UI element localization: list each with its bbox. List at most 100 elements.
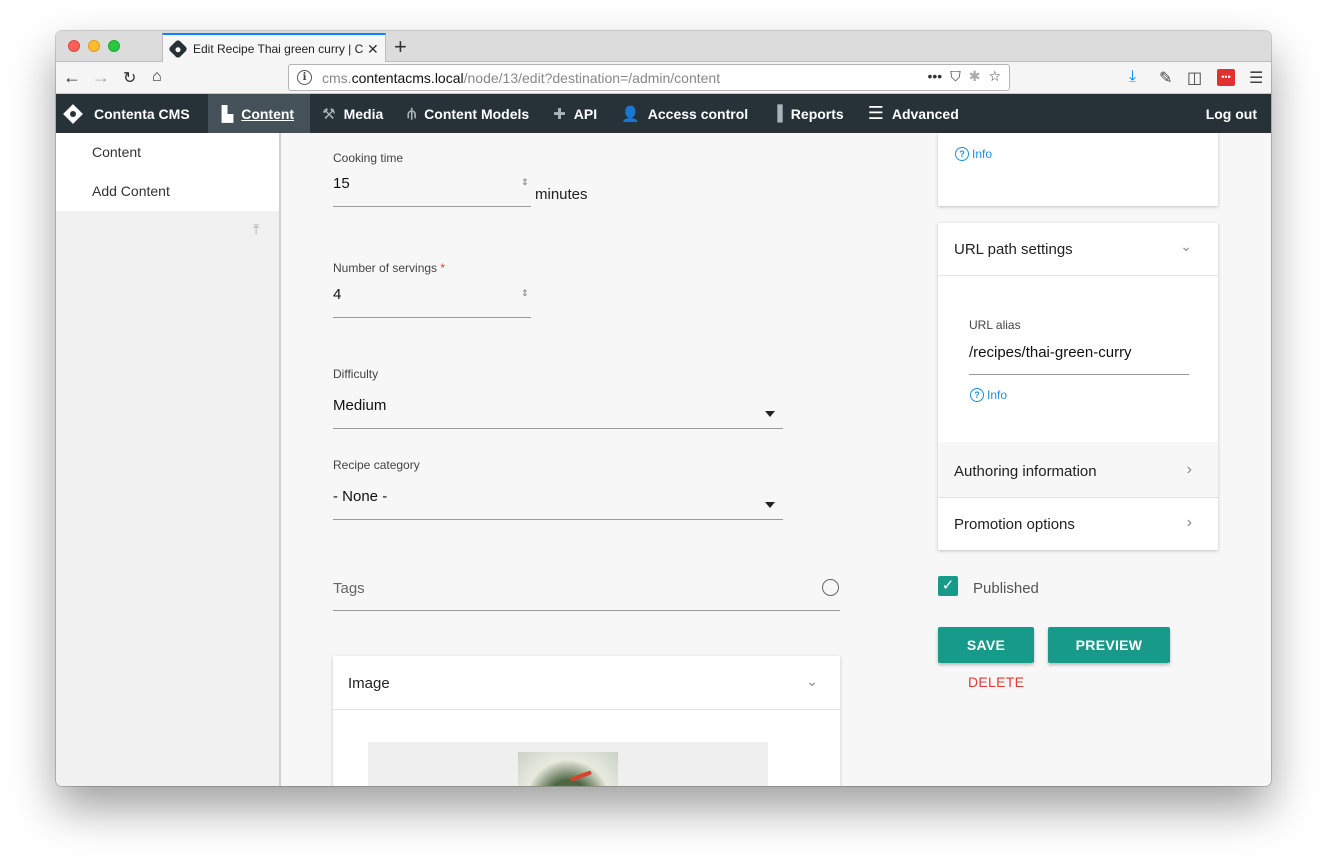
difficulty-underline <box>333 428 783 429</box>
settings-accordion: URL path settings ⌄ URL alias /recipes/t… <box>938 223 1218 550</box>
chevron-down-icon[interactable]: ⌄ <box>806 673 818 690</box>
close-window-button[interactable] <box>68 40 80 52</box>
servings-input[interactable]: 4 <box>333 286 341 303</box>
published-checkbox[interactable]: ✓ <box>938 576 958 596</box>
maximize-window-button[interactable] <box>108 40 120 52</box>
top-info-link[interactable]: ? Info <box>955 147 992 161</box>
browser-window: Edit Recipe Thai green curry | C ✕ + ← →… <box>56 31 1271 786</box>
difficulty-dropdown-icon[interactable] <box>765 411 775 417</box>
site-info-icon[interactable]: i <box>297 70 312 85</box>
toolbar-item-media[interactable]: ⚒ Media <box>310 94 395 133</box>
recipe-image-thumbnail <box>518 752 618 786</box>
page-actions-icon[interactable]: ••• <box>927 68 942 85</box>
bookmark-star-icon[interactable]: ☆ <box>988 68 1001 85</box>
url-alias-label: URL alias <box>969 318 1021 332</box>
tags-underline <box>333 610 840 611</box>
category-dropdown-icon[interactable] <box>765 502 775 508</box>
difficulty-select[interactable]: Medium <box>333 397 386 414</box>
toolbar-item-access-control[interactable]: 👤 Access control <box>609 94 760 133</box>
toolbar-item-label: Reports <box>790 105 844 122</box>
chevron-right-icon[interactable]: › <box>1187 461 1192 479</box>
help-circle-icon: ? <box>955 147 969 161</box>
toolbar-item-reports[interactable]: ▐ Reports <box>760 94 856 133</box>
cooking-time-suffix: minutes <box>535 186 588 203</box>
minimize-window-button[interactable] <box>88 40 100 52</box>
required-marker: * <box>440 261 446 275</box>
sidebar-item-add-content[interactable]: Add Content <box>56 184 279 223</box>
hammer-icon: ⚒ <box>322 105 336 123</box>
browser-toolbar: ← → ↻ ⌂ i cms. contentacms.local/node/13/… <box>56 62 1271 94</box>
url-alias-info-link[interactable]: ? Info <box>970 388 1007 402</box>
category-underline <box>333 519 783 520</box>
toolbar-item-label: API <box>573 105 598 122</box>
image-card-title[interactable]: Image <box>348 675 390 692</box>
hamburger-menu-icon[interactable]: ☰ <box>1249 68 1263 88</box>
wrench-icon[interactable]: ✎ <box>1159 68 1172 88</box>
cooking-time-label: Cooking time <box>333 151 404 165</box>
reader-icon[interactable]: ✱ <box>969 68 981 85</box>
brand-link[interactable]: Contenta CMS <box>56 94 208 133</box>
url-host-prefix: cms. <box>322 69 352 86</box>
toolbar-item-content[interactable]: ▙ Content <box>207 94 311 133</box>
download-icon[interactable]: ⤓ <box>1129 68 1136 86</box>
category-select[interactable]: - None - <box>333 488 387 505</box>
sidebar-toggle-icon[interactable]: ◫ <box>1187 68 1202 88</box>
category-label: Recipe category <box>333 458 420 472</box>
browser-tab[interactable]: Edit Recipe Thai green curry | C ✕ <box>162 33 386 63</box>
help-circle-icon: ? <box>970 388 984 402</box>
reload-icon[interactable]: ↻ <box>123 68 136 88</box>
url-domain: contentacms.local <box>351 69 464 86</box>
sidebar-menu: Content Add Content <box>56 133 279 211</box>
sidebar: Content Add Content ⤒ <box>56 133 281 786</box>
brand-label: Contenta CMS <box>94 105 190 122</box>
promotion-options-header[interactable]: Promotion options <box>954 516 1075 533</box>
chevron-right-icon[interactable]: › <box>1187 514 1192 532</box>
url-alias-input[interactable]: /recipes/thai-green-curry <box>969 344 1132 361</box>
toolbar-item-advanced[interactable]: ☰ Advanced <box>856 94 971 133</box>
sidebar-item-content[interactable]: Content <box>56 145 279 184</box>
sitemap-icon: ⫛ <box>407 105 417 122</box>
bar-chart-icon: ▐ <box>772 105 783 122</box>
toolbar-item-label: Content Models <box>424 105 530 122</box>
tags-autocomplete-icon <box>822 579 839 596</box>
collapse-sidebar-icon[interactable]: ⤒ <box>253 221 259 238</box>
url-path-settings-header[interactable]: URL path settings <box>954 241 1073 258</box>
save-button[interactable]: SAVE <box>938 627 1034 663</box>
file-icon: ▙ <box>221 105 234 123</box>
new-tab-button[interactable]: + <box>394 34 407 60</box>
cooking-time-underline <box>333 206 531 207</box>
url-actions: ••• ⛉ ✱ ☆ <box>927 68 1001 85</box>
authoring-information-header[interactable]: Authoring information <box>954 463 1097 480</box>
top-settings-card: ? Info <box>938 133 1218 206</box>
tab-title: Edit Recipe Thai green curry | C <box>193 42 363 56</box>
contenta-logo-icon <box>63 103 83 124</box>
tab-close-icon[interactable]: ✕ <box>367 41 379 58</box>
pocket-icon[interactable]: ⛉ <box>950 68 961 85</box>
back-icon[interactable]: ← <box>63 67 81 88</box>
extension-icon[interactable]: ••• <box>1217 69 1235 86</box>
url-bar[interactable]: i cms. contentacms.local/node/13/edit?des… <box>288 64 1010 91</box>
url-alias-underline <box>969 374 1189 375</box>
puzzle-icon: ✚ <box>553 105 566 123</box>
tags-input[interactable]: Tags <box>333 580 365 597</box>
chevron-down-icon[interactable]: ⌄ <box>1180 238 1192 255</box>
toolbar-item-content-models[interactable]: ⫛ Content Models <box>395 94 541 133</box>
difficulty-label: Difficulty <box>333 367 379 381</box>
main-content: Cooking time 15 ⇕ minutes Number of serv… <box>283 133 1271 786</box>
delete-link[interactable]: DELETE <box>968 674 1024 690</box>
servings-spinner-icon[interactable]: ⇕ <box>521 288 529 299</box>
cooking-time-input[interactable]: 15 <box>333 175 350 192</box>
cooking-time-spinner-icon[interactable]: ⇕ <box>521 177 529 188</box>
toolbar-item-label: Media <box>343 105 384 122</box>
published-label: Published <box>973 580 1039 597</box>
servings-label-text: Number of servings <box>333 261 438 275</box>
forward-icon[interactable]: → <box>92 67 110 88</box>
users-icon: 👤 <box>621 105 640 123</box>
contenta-favicon-icon <box>168 39 188 59</box>
logout-link[interactable]: Log out <box>1194 94 1271 133</box>
home-icon[interactable]: ⌂ <box>152 68 162 86</box>
preview-button[interactable]: PREVIEW <box>1048 627 1170 663</box>
url-alias-info-label: Info <box>987 388 1008 402</box>
toolbar-item-api[interactable]: ✚ API <box>541 94 609 133</box>
